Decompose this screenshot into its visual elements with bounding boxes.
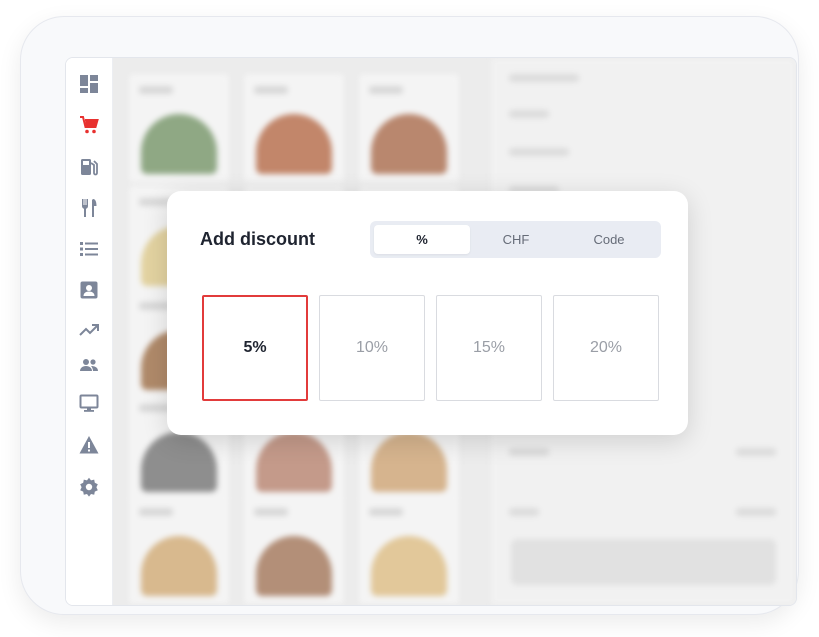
dialog-title: Add discount [200, 229, 315, 249]
people-icon[interactable] [78, 354, 100, 376]
add-discount-dialog: Add discount % CHF Code 5% 10% 15% 20% [167, 191, 688, 435]
dashboard-icon[interactable] [78, 73, 100, 95]
list-icon[interactable] [78, 238, 100, 260]
sidebar [66, 58, 113, 605]
fuel-pump-icon[interactable] [78, 156, 100, 178]
tab-percent[interactable]: % [374, 225, 470, 254]
settings-gear-icon[interactable] [78, 476, 100, 498]
tab-code[interactable]: Code [561, 225, 657, 254]
discount-type-toggle: % CHF Code [370, 221, 661, 258]
trending-up-icon[interactable] [78, 318, 100, 340]
cart-icon[interactable] [78, 114, 100, 136]
discount-option-20[interactable]: 20% [553, 295, 659, 401]
discount-option-5[interactable]: 5% [202, 295, 308, 401]
contact-card-icon[interactable] [78, 279, 100, 301]
tab-chf[interactable]: CHF [468, 225, 564, 254]
discount-option-10[interactable]: 10% [319, 295, 425, 401]
discount-option-15[interactable]: 15% [436, 295, 542, 401]
warning-icon[interactable] [78, 434, 100, 456]
monitor-icon[interactable] [78, 392, 100, 414]
fork-knife-icon[interactable] [78, 197, 100, 219]
